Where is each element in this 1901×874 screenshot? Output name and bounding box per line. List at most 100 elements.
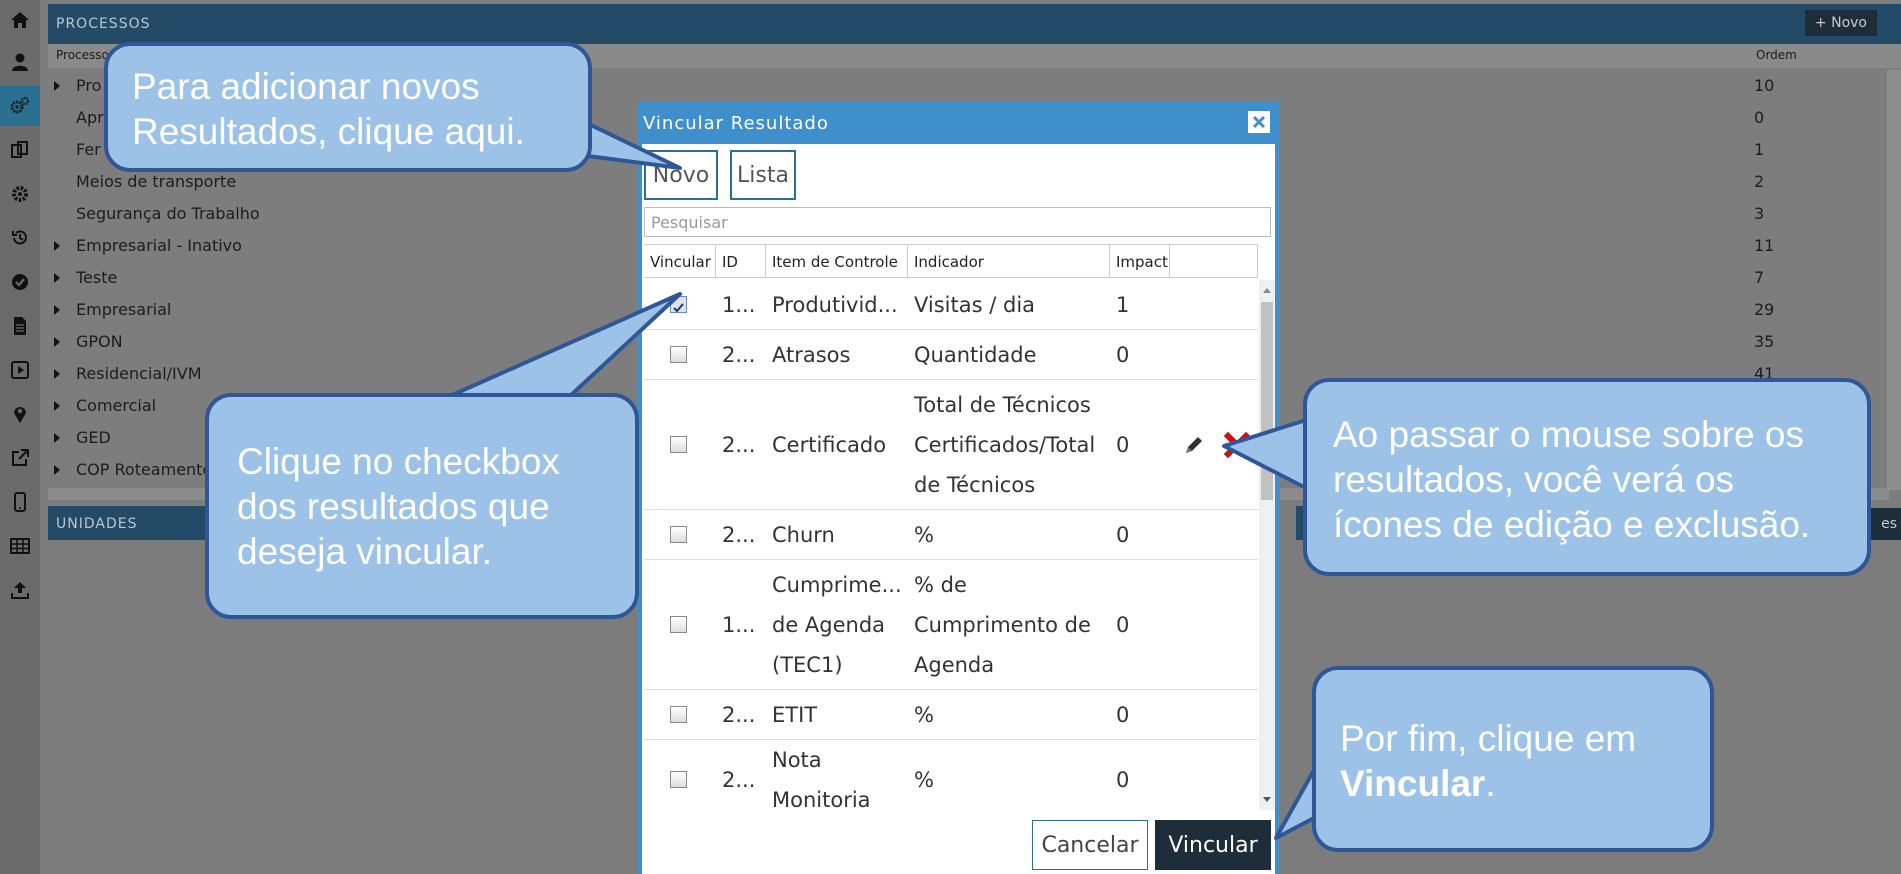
results-scrollbar-thumb[interactable] [1261,302,1273,500]
expand-arrow-icon[interactable] [54,241,60,251]
result-id: 2... [722,522,756,547]
close-icon[interactable] [1248,111,1270,133]
process-column-header[interactable]: Processo [56,48,109,62]
expand-arrow-icon[interactable] [54,273,60,283]
expand-arrow-icon[interactable] [54,369,60,379]
play-icon[interactable] [0,350,40,390]
result-impacto: 0 [1116,432,1130,457]
expand-arrow-icon[interactable] [54,337,60,347]
result-item: Certificado [772,432,887,457]
process-label: Empresarial [76,300,172,319]
result-indicador: % [914,767,934,792]
expand-arrow-icon[interactable] [54,81,60,91]
expand-arrow-icon[interactable] [54,305,60,315]
result-row[interactable]: 2... ETIT% 0 [644,690,1258,740]
tab-list[interactable]: Lista [730,150,796,200]
link-result-dialog: Vincular Resultado Novo Lista Pesquisar … [637,102,1280,874]
edit-pencil-icon[interactable] [1182,433,1206,457]
result-indicador: % [914,702,934,727]
dialog-body: Novo Lista Pesquisar Vincular ID Item de… [642,144,1275,874]
header-id[interactable]: ID [716,245,766,278]
vertical-scrollbar[interactable] [1887,70,1901,490]
process-order: 1 [1754,140,1765,159]
callout-hover: Ao passar o mouse sobre os resultados, v… [1303,378,1871,576]
result-row[interactable]: 1... Cumprime... de Agenda (TEC1)% de Cum… [644,560,1258,690]
result-item: Cumprime... de Agenda (TEC1) [772,572,902,677]
callout-finish-prefix: Por fim, clique em [1340,718,1637,759]
new-process-button[interactable]: + Novo [1804,10,1877,36]
callout-add-new-text: Para adicionar novos Resultados, clique … [132,66,525,152]
mobile-icon[interactable] [0,482,40,522]
tab-new[interactable]: Novo [644,150,718,200]
map-marker-icon[interactable] [0,394,40,434]
result-row[interactable]: 2... Atrasos Quantidade 0 [644,330,1258,380]
user-icon[interactable] [0,42,40,82]
process-order: 0 [1754,108,1765,127]
result-checkbox[interactable] [670,616,687,633]
result-checkbox[interactable] [670,296,687,313]
process-order: 2 [1754,172,1765,191]
process-order: 10 [1754,76,1775,95]
left-sidebar [0,0,40,874]
cancel-button[interactable]: Cancelar [1032,820,1148,870]
results-scrollbar[interactable] [1259,280,1275,810]
expand-arrow-icon[interactable] [54,465,60,475]
header-vincular[interactable]: Vincular [644,245,716,278]
expand-arrow-icon[interactable] [54,401,60,411]
history-icon[interactable] [0,218,40,258]
document-icon[interactable] [0,306,40,346]
result-checkbox[interactable] [670,436,687,453]
result-id: 1... [722,292,756,317]
result-indicador: % de Cumprimento de Agenda [914,572,1091,677]
callout-finish-suffix: . [1485,763,1496,804]
gear-icon[interactable] [0,174,40,214]
result-checkbox[interactable] [670,346,687,363]
order-column-header[interactable]: Ordem [1756,48,1797,62]
results-table-header: Vincular ID Item de Controle Indicador I… [644,244,1258,278]
result-row[interactable]: 1... Produtivid... Visitas / dia 1 [644,280,1258,330]
process-label: Comercial [76,396,157,415]
result-item: Atrasos [772,342,851,367]
result-row[interactable]: 2... Nota Monitoria% 0 [644,740,1258,810]
vincular-button[interactable]: Vincular [1155,820,1271,870]
result-checkbox[interactable] [670,771,687,788]
result-indicador: Quantidade [914,342,1037,367]
table-icon[interactable] [0,526,40,566]
result-id: 2... [722,767,756,792]
process-label: Meios de transporte [76,172,237,191]
result-checkbox[interactable] [670,706,687,723]
result-row[interactable]: 2... Churn% 0 [644,510,1258,560]
delete-x-icon[interactable] [1223,431,1251,459]
callout-finish-bold: Vincular [1340,763,1486,804]
header-indicador[interactable]: Indicador [908,245,1110,278]
callout-checkbox: Clique no checkbox dos resultados que de… [205,393,639,619]
expand-arrow-icon[interactable] [54,433,60,443]
result-impacto: 0 [1116,342,1130,367]
process-order: 3 [1754,204,1765,223]
home-icon[interactable] [0,0,40,40]
callout-finish: Por fim, clique em Vincular. [1312,666,1714,852]
result-item: ETIT [772,702,818,727]
external-link-icon[interactable] [0,438,40,478]
result-indicador: % [914,522,934,547]
dialog-title: Vincular Resultado [643,112,829,134]
result-impacto: 0 [1116,612,1130,637]
result-row[interactable]: 2... Certificado Total de Técnicos Certifi… [644,380,1258,510]
process-label: Residencial/IVM [76,364,202,383]
search-input[interactable]: Pesquisar [644,207,1271,237]
header-item[interactable]: Item de Controle [766,245,908,278]
header-impacto[interactable]: Impact [1110,245,1170,278]
callout-checkbox-text: Clique no checkbox dos resultados que de… [237,441,560,572]
check-circle-icon[interactable] [0,262,40,302]
result-checkbox[interactable] [670,526,687,543]
process-label: Empresarial - Inativo [76,236,242,255]
gears-icon[interactable] [0,86,40,126]
processes-header: PROCESSOS [48,4,1901,44]
copy-icon[interactable] [0,130,40,170]
process-order: 35 [1754,332,1775,351]
process-label: Apr [76,108,104,127]
result-id: 2... [722,432,756,457]
upload-icon[interactable] [0,570,40,610]
processes-title: PROCESSOS [56,16,151,32]
result-impacto: 0 [1116,702,1130,727]
